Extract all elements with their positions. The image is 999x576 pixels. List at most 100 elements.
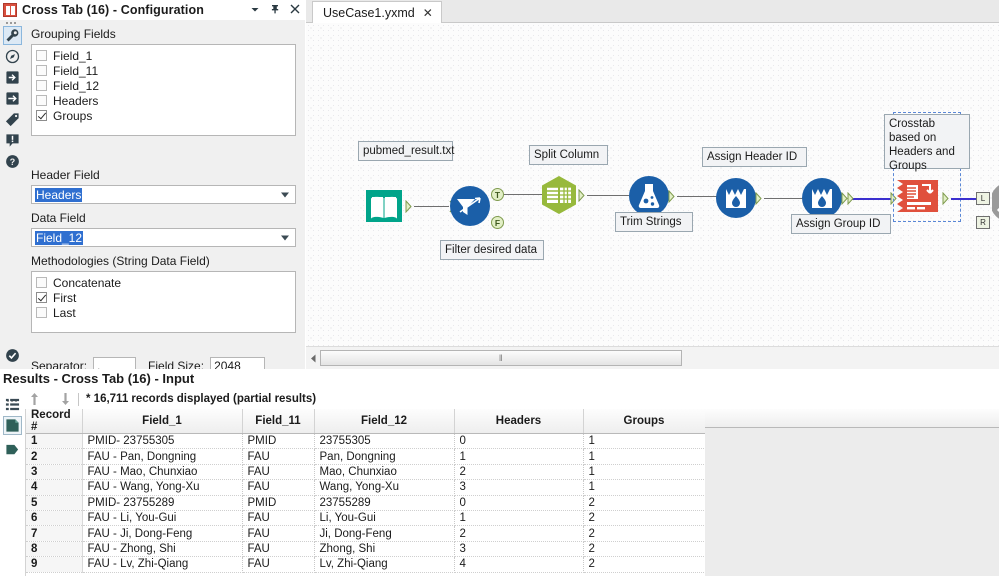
input-arrow-icon[interactable] — [3, 68, 22, 87]
scrollbar-track[interactable]: ‖ — [320, 350, 983, 366]
pin-icon[interactable] — [269, 3, 281, 17]
titlebar-buttons — [249, 0, 301, 20]
checkbox[interactable] — [36, 277, 47, 288]
table-row[interactable]: 4 FAU - Wang, Yong-Xu FAU Wang, Yong-Xu … — [26, 479, 706, 496]
compass-icon[interactable] — [3, 47, 22, 66]
output-connector[interactable] — [578, 189, 587, 202]
annotation-icon[interactable] — [3, 131, 22, 150]
list-item[interactable]: Last — [36, 305, 291, 320]
table-row[interactable]: 5 PMID- 23755289 PMID 23755289 0 2 — [26, 495, 706, 511]
close-icon[interactable] — [289, 3, 301, 17]
wrench-icon[interactable] — [3, 26, 22, 45]
node-label-split-column: Split Column — [529, 145, 608, 165]
output-connector[interactable] — [755, 192, 764, 205]
checkbox[interactable] — [36, 80, 47, 91]
split-column-tool[interactable] — [538, 174, 580, 216]
cell-field-11: PMID — [242, 433, 315, 450]
join-tool[interactable] — [990, 181, 999, 223]
scrollbar-thumb[interactable]: ‖ — [320, 350, 682, 366]
cell-field-1: FAU - Li, You-Gui — [82, 510, 243, 527]
grouping-fields-listbox[interactable]: Field_1 Field_11 Field_12 Headers Groups — [31, 44, 296, 136]
chevron-down-icon[interactable] — [281, 235, 289, 240]
sort-descending-icon[interactable] — [56, 390, 74, 408]
checkbox[interactable] — [36, 307, 47, 318]
top-section: Cross Tab (16) - Configuration ? Groupin… — [0, 0, 999, 375]
cell-field-12: Ji, Dong-Feng — [314, 525, 455, 542]
output-connector[interactable] — [942, 192, 951, 205]
list-item-label: Field_12 — [53, 78, 100, 93]
checkbox[interactable] — [36, 292, 47, 303]
canvas-horizontal-scrollbar[interactable]: ‖ — [306, 346, 999, 369]
close-icon[interactable]: ✕ — [423, 7, 433, 19]
checkbox[interactable] — [36, 65, 47, 76]
grid-header-filler — [705, 409, 999, 428]
output-connector[interactable] — [668, 190, 677, 203]
join-right-port[interactable]: R — [976, 216, 990, 229]
checkbox[interactable] — [36, 110, 47, 121]
scroll-left-arrow[interactable] — [306, 347, 320, 369]
output-arrow-icon[interactable] — [3, 89, 22, 108]
list-item-label: Headers — [53, 93, 99, 108]
list-item[interactable]: Field_1 — [36, 48, 291, 63]
table-row[interactable]: 3 FAU - Mao, Chunxiao FAU Mao, Chunxiao … — [26, 464, 706, 481]
table-row[interactable]: 9 FAU - Lv, Zhi-Qiang FAU Lv, Zhi-Qiang … — [26, 556, 706, 573]
node-label-input-data: pubmed_result.txt — [358, 141, 454, 161]
cell-groups: 1 — [583, 433, 706, 450]
column-header-field-11[interactable]: Field_11 — [242, 409, 315, 434]
connection-wire — [677, 196, 719, 197]
checkbox[interactable] — [36, 50, 47, 61]
column-header-headers[interactable]: Headers — [454, 409, 584, 434]
filter-true-port[interactable]: T — [491, 188, 504, 201]
cell-field-11: PMID — [242, 495, 315, 511]
dropdown-icon[interactable] — [249, 3, 261, 17]
header-field-select[interactable]: Headers — [31, 185, 296, 204]
methodologies-listbox[interactable]: Concatenate First Last — [31, 271, 296, 333]
table-row[interactable]: 2 FAU - Pan, Dongning FAU Pan, Dongning … — [26, 448, 706, 465]
list-item[interactable]: Concatenate — [36, 275, 291, 290]
data-view-icon[interactable] — [3, 416, 22, 435]
crosstab-icon — [3, 3, 17, 17]
tag-icon[interactable] — [3, 110, 22, 129]
list-item[interactable]: Field_12 — [36, 78, 291, 93]
tab-usecase1[interactable]: UseCase1.yxmd ✕ — [312, 1, 442, 23]
table-row[interactable]: 7 FAU - Ji, Dong-Feng FAU Ji, Dong-Feng … — [26, 525, 706, 542]
trim-strings-tool[interactable] — [628, 175, 670, 217]
list-item[interactable]: Field_11 — [36, 63, 291, 78]
workflow-canvas[interactable]: pubmed_result.txt T F Filter desired dat… — [306, 23, 999, 346]
join-left-port[interactable]: L — [976, 192, 990, 205]
results-grid[interactable]: Record # Field_1 Field_11 Field_12 Heade… — [25, 409, 999, 576]
grid-body-filler — [705, 428, 999, 576]
data-field-label: Data Field — [31, 211, 86, 225]
table-row[interactable]: 8 FAU - Zhong, Shi FAU Zhong, Shi 3 2 — [26, 541, 706, 558]
input-data-tool[interactable] — [363, 185, 405, 227]
list-item[interactable]: First — [36, 290, 291, 305]
column-header-field-1[interactable]: Field_1 — [82, 409, 243, 434]
list-item[interactable]: Groups — [36, 108, 291, 123]
filter-tool[interactable] — [449, 185, 491, 227]
list-view-icon[interactable] — [3, 395, 22, 414]
node-label-assign-group-id: Assign Group ID — [791, 214, 891, 234]
table-row[interactable]: 6 FAU - Li, You-Gui FAU Li, You-Gui 1 2 — [26, 510, 706, 527]
assign-header-id-tool[interactable] — [715, 177, 757, 219]
sort-ascending-icon[interactable] — [25, 390, 43, 408]
chevron-down-icon[interactable] — [281, 192, 289, 197]
cell-groups: 1 — [583, 479, 706, 496]
column-header-groups[interactable]: Groups — [583, 409, 706, 434]
cell-field-11: FAU — [242, 448, 315, 465]
list-item-label: Last — [53, 305, 76, 320]
output-connector[interactable] — [405, 200, 414, 213]
help-icon[interactable]: ? — [3, 152, 22, 171]
column-header-field-12[interactable]: Field_12 — [314, 409, 455, 434]
assign-group-id-tool[interactable] — [801, 177, 843, 219]
list-item[interactable]: Headers — [36, 93, 291, 108]
cell-record: 9 — [26, 556, 83, 573]
filter-false-port[interactable]: F — [491, 216, 504, 229]
table-row[interactable]: 1 PMID- 23755305 PMID 23755305 0 1 — [26, 433, 706, 450]
connection-wire — [764, 198, 803, 199]
crosstab-tool[interactable] — [894, 176, 938, 218]
profile-view-icon[interactable] — [3, 440, 22, 459]
workflow-tabstrip: UseCase1.yxmd ✕ — [306, 0, 999, 23]
data-field-select[interactable]: Field_12 — [31, 228, 296, 247]
column-header-record[interactable]: Record # — [26, 409, 83, 434]
checkbox[interactable] — [36, 95, 47, 106]
